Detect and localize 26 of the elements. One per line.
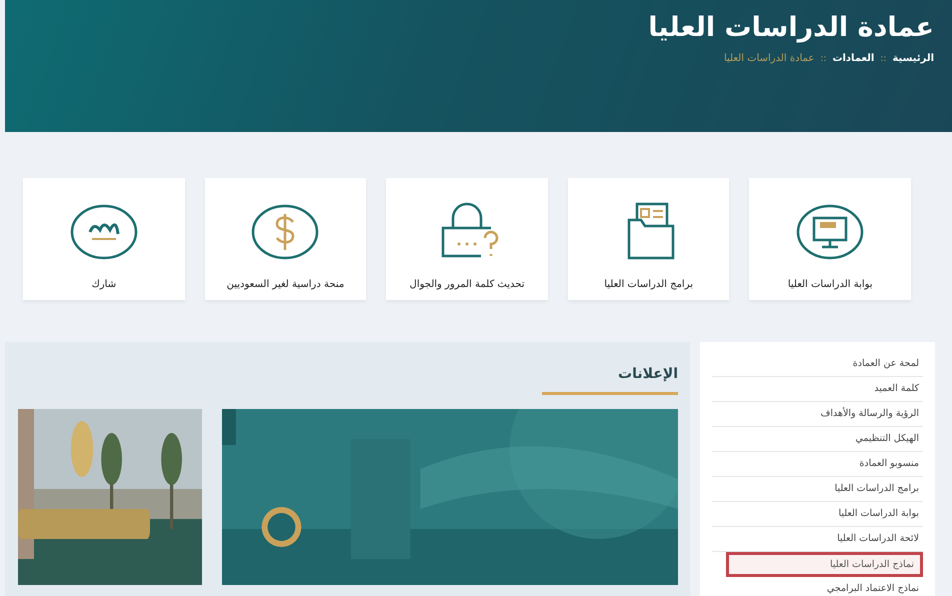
menu-item[interactable]: نماذج الاعتماد البرامجي bbox=[712, 577, 923, 596]
service-label: برامج الدراسات العليا bbox=[604, 279, 694, 290]
service-card[interactable]: بوابة الدراسات العليا bbox=[749, 178, 911, 300]
service-label: شارك bbox=[92, 279, 116, 290]
service-label: تحديث كلمة المرور والجوال bbox=[410, 279, 524, 290]
menu-item[interactable]: برامج الدراسات العليا bbox=[712, 477, 923, 502]
breadcrumb-separator: :: bbox=[880, 54, 886, 64]
menu-item[interactable]: الرؤية والرسالة والأهداف bbox=[712, 402, 923, 427]
menu-item[interactable]: بوابة الدراسات العليا bbox=[712, 502, 923, 527]
service-label: بوابة الدراسات العليا bbox=[788, 279, 873, 290]
service-card[interactable]: شارك bbox=[23, 178, 185, 300]
breadcrumb-link[interactable]: العمادات bbox=[832, 53, 874, 64]
breadcrumb-link[interactable]: عمادة الدراسات العليا bbox=[724, 53, 814, 64]
menu-item[interactable]: لمحة عن العمادة bbox=[712, 352, 923, 377]
breadcrumb-separator: :: bbox=[820, 54, 826, 64]
service-card[interactable]: تحديث كلمة المرور والجوال bbox=[386, 178, 548, 300]
section-title: الإعلانات bbox=[618, 366, 678, 382]
breadcrumb-link[interactable]: الرئيسية bbox=[892, 53, 934, 64]
menu-item[interactable]: كلمة العميد bbox=[712, 377, 923, 402]
menu-item[interactable]: الهيكل التنظيمي bbox=[712, 427, 923, 452]
service-card[interactable]: منحة دراسية لغير السعوديين bbox=[204, 178, 366, 300]
menu-item[interactable]: نماذج الدراسات العليا bbox=[726, 552, 923, 577]
page-title: عمادة الدراسات العليا bbox=[648, 12, 934, 43]
menu-item[interactable]: منسوبو العمادة bbox=[712, 452, 923, 477]
service-card[interactable]: برامج الدراسات العليا bbox=[568, 178, 730, 300]
service-label: منحة دراسية لغير السعوديين bbox=[226, 279, 344, 290]
